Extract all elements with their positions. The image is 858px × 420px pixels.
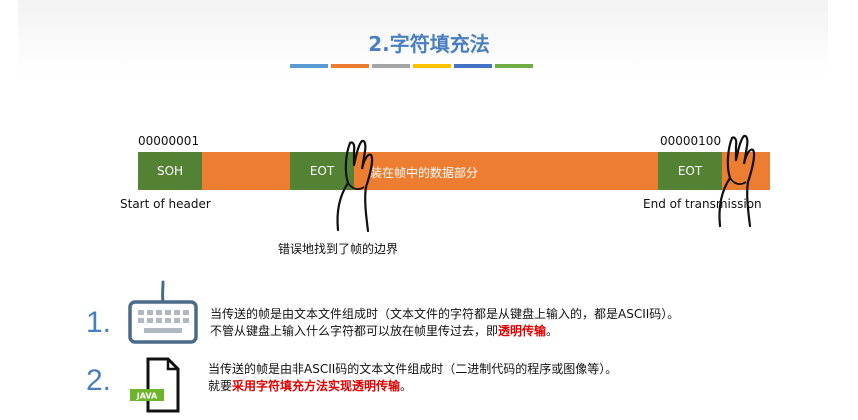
color-segment [413,64,451,68]
color-segment [454,64,492,68]
list-item-2-line2: 就要采用字符填充方法实现透明传输。 [208,378,617,395]
byte-stuffing-highlight: 采用字符填充方法实现透明传输 [232,379,401,393]
scissor-hand-icon [718,134,756,228]
list-item-1-line2-post: 。 [546,324,559,338]
keyboard-icon [128,280,198,344]
list-item-2-line2-post: 。 [400,379,413,393]
error-boundary-caption: 错误地找到了帧的边界 [278,242,399,256]
list-item-1-line2: 不管从键盘上输入什么字符都可以放在帧里传过去，即透明传输。 [210,323,679,340]
soh-code: 00000001 [138,134,200,148]
list-number-2: 2. [86,364,112,397]
list-item-2-text: 当传送的帧是由非ASCII码的文本文件组成时（二进制代码的程序或图像等）。 就要… [208,361,617,395]
color-segment [495,64,533,68]
list-item-2-line1: 当传送的帧是由非ASCII码的文本文件组成时（二进制代码的程序或图像等）。 [208,362,618,376]
title-color-bar [290,64,533,68]
scissor-hand-icon [336,139,374,233]
slide-title: 2.字符填充法 [368,32,490,56]
list-item-1-line2-pre: 不管从键盘上输入什么字符都可以放在帧里传过去，即 [210,324,499,338]
data-part-label: 装在帧中的数据部分 [370,166,479,180]
soh-field: SOH [138,152,202,190]
transparent-transmission-highlight: 透明传输 [498,324,547,338]
list-item-2-line2-pre: 就要 [208,379,233,393]
slide: 2.字符填充法 00000001 00000100 SOH EOT EOT 装在… [0,0,858,420]
color-segment [372,64,410,68]
java-badge-label: JAVA [136,392,158,401]
java-file-icon: JAVA [130,357,180,413]
color-segment [290,64,328,68]
color-segment [331,64,369,68]
list-item-1-line1: 当传送的帧是由文本文件组成时（文本文件的字符都是从键盘上输入的，都是ASCII码… [210,307,680,321]
list-item-1-text: 当传送的帧是由文本文件组成时（文本文件的字符都是从键盘上输入的，都是ASCII码… [210,306,679,340]
list-number-1: 1. [86,306,112,339]
start-of-header-caption: Start of header [120,197,211,211]
